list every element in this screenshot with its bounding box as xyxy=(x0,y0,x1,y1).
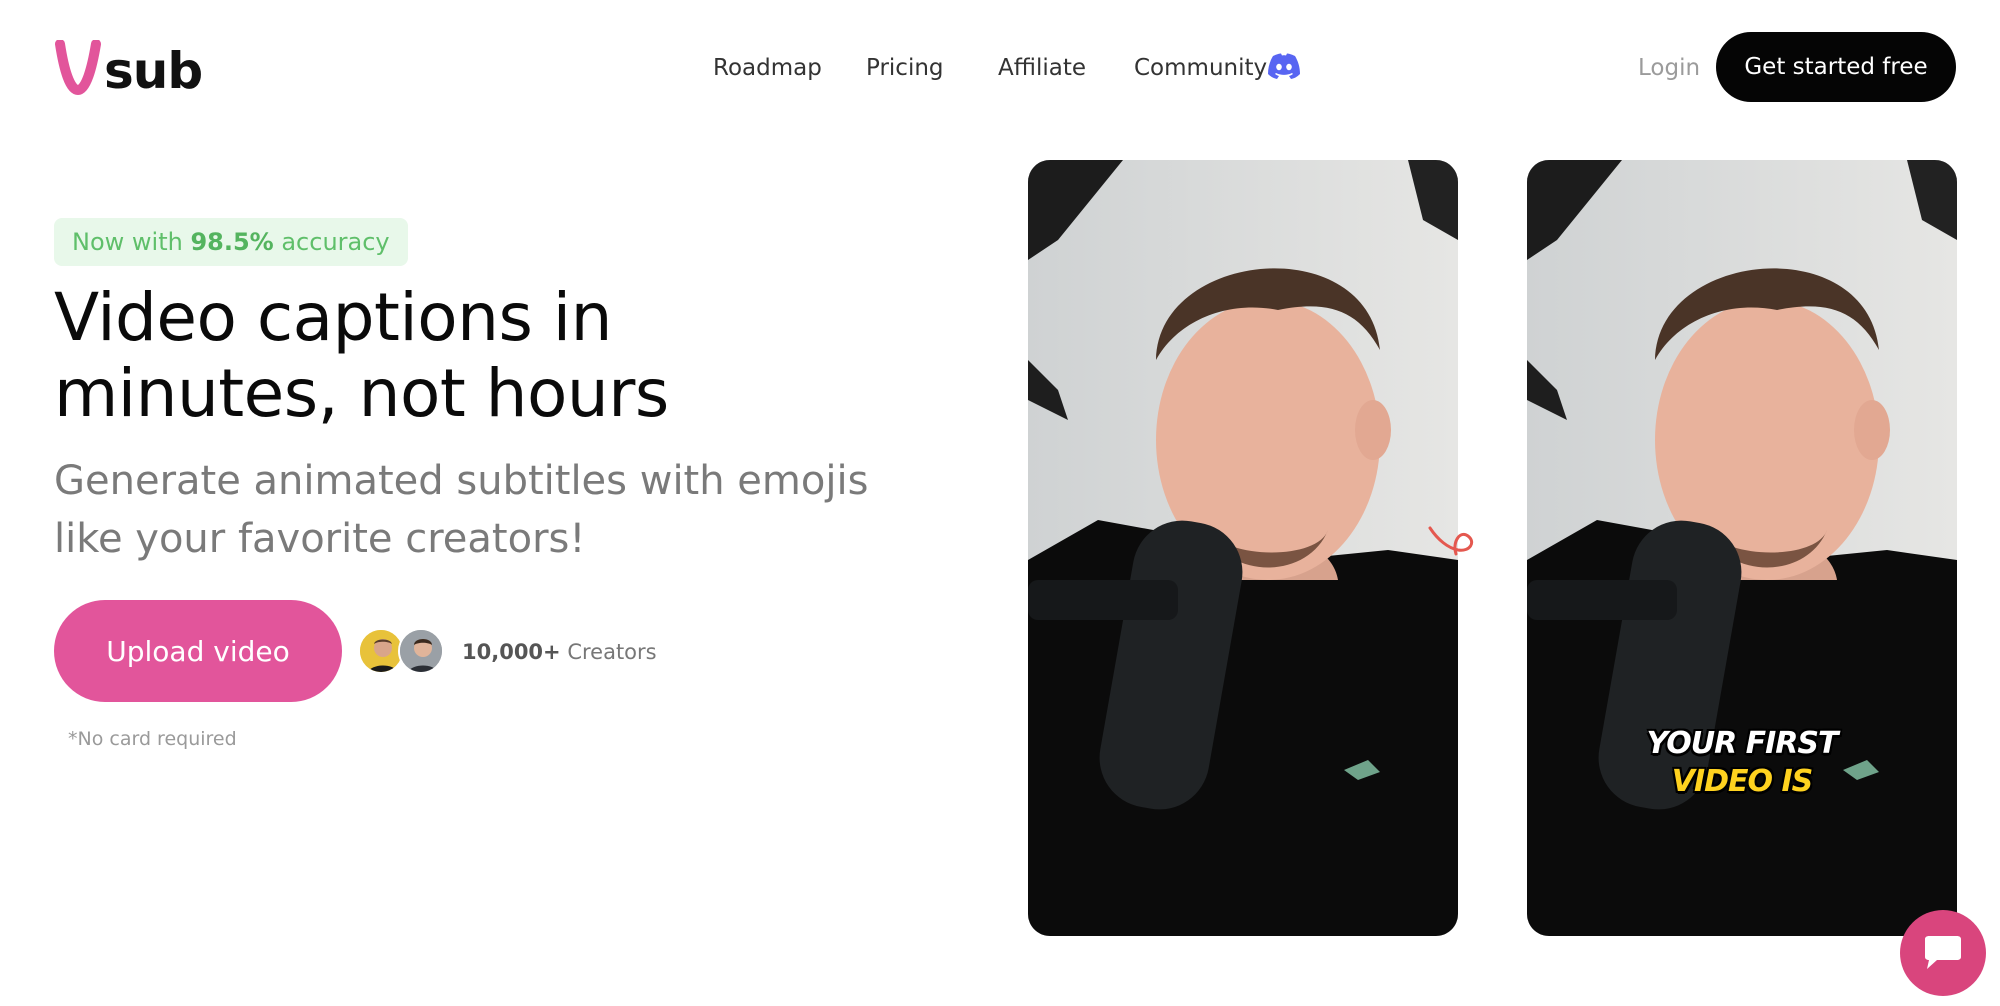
nav-community[interactable]: Community xyxy=(1134,48,1267,88)
video-frame-image xyxy=(1527,160,1957,936)
creator-avatars xyxy=(358,628,448,676)
creators-number: 10,000+ xyxy=(462,640,561,664)
creators-count: 10,000+ Creators xyxy=(462,636,657,668)
login-link[interactable]: Login xyxy=(1638,48,1700,88)
video-preview-before[interactable] xyxy=(1028,160,1458,936)
accuracy-badge: Now with 98.5% accuracy xyxy=(54,218,408,266)
curly-arrow-icon xyxy=(1428,526,1474,556)
nav-roadmap[interactable]: Roadmap xyxy=(713,48,822,88)
get-started-button[interactable]: Get started free xyxy=(1716,32,1956,102)
hero-subtitle-line1: Generate animated subtitles with emojis xyxy=(54,458,869,504)
avatar-person-icon xyxy=(400,630,442,672)
video-frame-image xyxy=(1028,160,1458,936)
logo-text: sub xyxy=(104,42,203,100)
chat-launcher-button[interactable] xyxy=(1900,910,1986,996)
video-preview-after[interactable]: YOUR FIRST VIDEO IS xyxy=(1527,160,1957,936)
no-card-note: *No card required xyxy=(68,728,237,750)
upload-video-button[interactable]: Upload video xyxy=(54,600,342,702)
avatar xyxy=(398,628,444,674)
discord-icon[interactable] xyxy=(1267,52,1301,80)
caption-line-1: YOUR FIRST xyxy=(1646,726,1839,761)
hero-title-line2: minutes, not hours xyxy=(54,355,669,432)
site-header: sub Roadmap Pricing Affiliate Community … xyxy=(0,0,2000,130)
hero-subtitle: Generate animated subtitles with emojis … xyxy=(54,452,954,568)
hero-title: Video captions in minutes, not hours xyxy=(54,280,954,432)
caption-line-2: VIDEO IS xyxy=(1671,764,1814,799)
logo[interactable]: sub xyxy=(54,36,203,100)
logo-v-icon xyxy=(55,40,101,96)
badge-prefix: Now with xyxy=(72,228,191,256)
hero-subtitle-line2: like your favorite creators! xyxy=(54,516,586,562)
badge-value: 98.5% xyxy=(190,228,274,256)
creators-label: Creators xyxy=(560,640,657,664)
badge-suffix: accuracy xyxy=(273,228,390,256)
nav-pricing[interactable]: Pricing xyxy=(866,48,944,88)
chat-bubble-icon xyxy=(1925,936,1961,969)
nav-affiliate[interactable]: Affiliate xyxy=(998,48,1086,88)
hero-title-line1: Video captions in xyxy=(54,279,612,356)
